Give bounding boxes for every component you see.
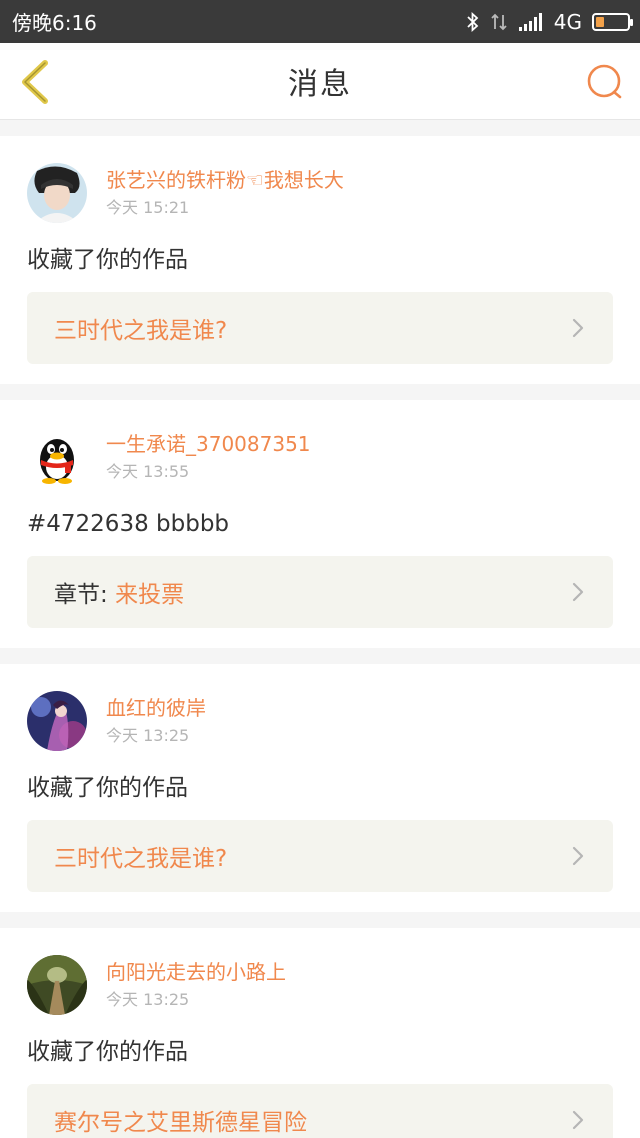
link-title: 赛尔号之艾里斯德星冒险 bbox=[54, 1110, 307, 1136]
user-meta: 一生承诺_370087351 今天 13:55 bbox=[106, 430, 311, 484]
work-link[interactable]: 赛尔号之艾里斯德星冒险 bbox=[27, 1084, 613, 1138]
back-button[interactable] bbox=[12, 57, 56, 107]
signal-icon bbox=[518, 12, 544, 32]
avatar[interactable] bbox=[27, 427, 87, 487]
message-header: 张艺兴的铁杆粉☜我想长大 今天 15:21 bbox=[27, 162, 613, 224]
user-name[interactable]: 张艺兴的铁杆粉☜我想长大 bbox=[106, 166, 344, 194]
nav-bar: 消息 bbox=[0, 43, 640, 120]
work-link[interactable]: 三时代之我是谁? bbox=[27, 820, 613, 892]
user-meta: 向阳光走去的小路上 今天 13:25 bbox=[106, 958, 286, 1012]
page-title: 消息 bbox=[288, 67, 352, 102]
chevron-right-icon bbox=[571, 581, 585, 603]
status-bar: 傍晚6:16 4G bbox=[0, 0, 640, 43]
link-prefix: 章节: bbox=[54, 582, 116, 608]
message-text: #4722638 bbbbb bbox=[27, 511, 230, 537]
work-link-label: 赛尔号之艾里斯德星冒险 bbox=[54, 1103, 307, 1137]
avatar[interactable] bbox=[27, 955, 87, 1015]
work-link[interactable]: 三时代之我是谁? bbox=[27, 292, 613, 364]
work-link-label: 三时代之我是谁? bbox=[54, 311, 227, 345]
user-name[interactable]: 一生承诺_370087351 bbox=[106, 430, 311, 458]
bluetooth-icon bbox=[466, 11, 480, 32]
chevron-right-icon bbox=[571, 1109, 585, 1131]
chapter-link[interactable]: 章节: 来投票 bbox=[27, 556, 613, 628]
link-title: 来投票 bbox=[115, 582, 185, 608]
message-time: 今天 13:55 bbox=[106, 462, 190, 481]
user-name[interactable]: 向阳光走去的小路上 bbox=[106, 958, 286, 986]
message-text: 收藏了你的作品 bbox=[27, 247, 188, 273]
link-title: 三时代之我是谁? bbox=[54, 846, 228, 872]
message-card: 张艺兴的铁杆粉☜我想长大 今天 15:21 收藏了你的作品 三时代之我是谁? bbox=[0, 136, 640, 384]
chevron-right-icon bbox=[571, 317, 585, 339]
battery-icon bbox=[592, 12, 633, 31]
avatar[interactable] bbox=[27, 163, 87, 223]
message-header: 向阳光走去的小路上 今天 13:25 bbox=[27, 954, 613, 1016]
message-time: 今天 13:25 bbox=[106, 726, 190, 745]
message-card: 一生承诺_370087351 今天 13:55 #4722638 bbbbb 章… bbox=[0, 400, 640, 648]
user-meta: 血红的彼岸 今天 13:25 bbox=[106, 694, 206, 748]
user-name[interactable]: 血红的彼岸 bbox=[106, 694, 206, 722]
status-time: 傍晚6:16 bbox=[12, 11, 97, 35]
message-header: 血红的彼岸 今天 13:25 bbox=[27, 690, 613, 752]
data-transfer-icon bbox=[490, 12, 508, 32]
message-text: 收藏了你的作品 bbox=[27, 775, 188, 801]
message-card: 向阳光走去的小路上 今天 13:25 收藏了你的作品 赛尔号之艾里斯德星冒险 bbox=[0, 928, 640, 1138]
link-title: 三时代之我是谁? bbox=[54, 318, 228, 344]
search-icon bbox=[587, 64, 622, 99]
message-card: 血红的彼岸 今天 13:25 收藏了你的作品 三时代之我是谁? bbox=[0, 664, 640, 912]
battery-level bbox=[596, 16, 604, 27]
message-list[interactable]: 张艺兴的铁杆粉☜我想长大 今天 15:21 收藏了你的作品 三时代之我是谁? 一… bbox=[0, 120, 640, 1138]
chapter-link-label: 章节: 来投票 bbox=[54, 575, 184, 609]
chevron-right-icon bbox=[571, 845, 585, 867]
avatar[interactable] bbox=[27, 691, 87, 751]
back-arrow-icon bbox=[22, 60, 48, 104]
work-link-label: 三时代之我是谁? bbox=[54, 839, 227, 873]
message-time: 今天 15:21 bbox=[106, 198, 190, 217]
network-type: 4G bbox=[553, 9, 582, 34]
message-header: 一生承诺_370087351 今天 13:55 bbox=[27, 426, 613, 488]
message-text: 收藏了你的作品 bbox=[27, 1039, 188, 1065]
status-icons: 4G bbox=[466, 9, 633, 34]
user-meta: 张艺兴的铁杆粉☜我想长大 今天 15:21 bbox=[106, 166, 344, 220]
search-button[interactable] bbox=[584, 61, 626, 103]
message-time: 今天 13:25 bbox=[106, 990, 190, 1009]
